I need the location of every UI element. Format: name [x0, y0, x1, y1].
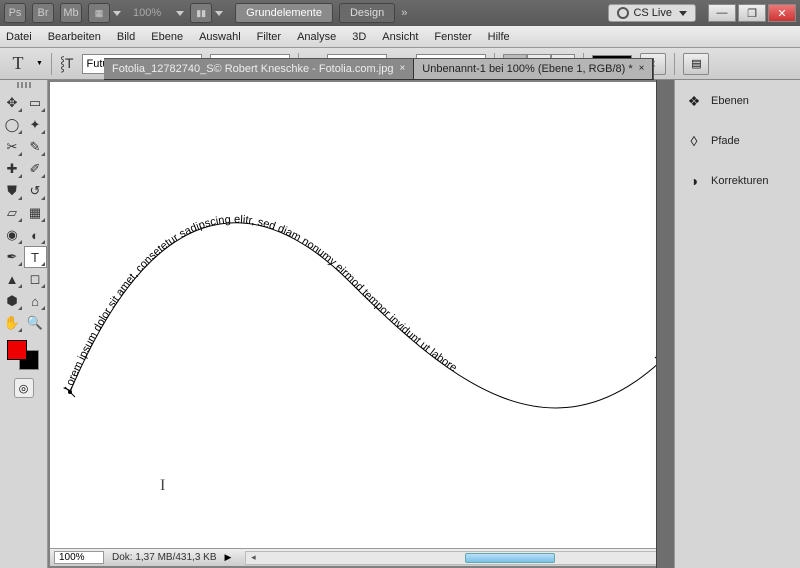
document-size-info[interactable]: Dok: 1,37 MB/431,3 KB [112, 552, 217, 563]
app-icon-ps[interactable]: Ps [4, 3, 26, 23]
menu-ansicht[interactable]: Ansicht [382, 31, 418, 43]
panel-dock-strip[interactable] [656, 80, 674, 568]
window-restore-button[interactable]: ❐ [738, 4, 766, 22]
zoom-level-display[interactable]: 100% [133, 7, 161, 19]
stamp-tool[interactable]: ⛊ [1, 180, 24, 202]
heal-tool[interactable]: ✚ [1, 158, 24, 180]
menu-bild[interactable]: Bild [117, 31, 135, 43]
gradient-tool[interactable]: ▦ [24, 202, 47, 224]
window-minimize-button[interactable]: — [708, 4, 736, 22]
window-close-button[interactable]: ✕ [768, 4, 796, 22]
3d-tool[interactable]: ⬢ [1, 290, 24, 312]
eraser-tool[interactable]: ▱ [1, 202, 24, 224]
shape-tool[interactable]: ◻ [24, 268, 47, 290]
move-tool[interactable]: ✥ [1, 92, 24, 114]
brush-tool[interactable]: ✐ [24, 158, 47, 180]
menu-filter[interactable]: Filter [257, 31, 281, 43]
close-tab-icon[interactable]: × [399, 63, 405, 74]
right-panel-dock: ❖Ebenen ◊Pfade ◑Korrekturen [674, 80, 800, 568]
workspace-grundelemente-button[interactable]: Grundelemente [235, 3, 333, 23]
menu-bearbeiten[interactable]: Bearbeiten [48, 31, 101, 43]
zoom-dropdown-arrow[interactable] [176, 11, 184, 16]
menu-auswahl[interactable]: Auswahl [199, 31, 241, 43]
panel-pfade-button[interactable]: ◊Pfade [675, 126, 800, 156]
workspace-design-button[interactable]: Design [339, 3, 395, 23]
text-orientation-icon[interactable]: ⸾T [60, 54, 74, 73]
paths-icon: ◊ [685, 132, 703, 150]
menu-3d[interactable]: 3D [352, 31, 366, 43]
type-tool-preset-icon[interactable]: T [8, 53, 28, 74]
menu-bar: Datei Bearbeiten Bild Ebene Auswahl Filt… [0, 26, 800, 48]
crop-tool[interactable]: ✂ [1, 136, 24, 158]
wand-tool[interactable]: ✦ [24, 114, 47, 136]
application-bar: Ps Br Mb ▦ 100% ▮▮ Grundelemente Design … [0, 0, 800, 26]
3d-camera-tool[interactable]: ⌂ [24, 290, 47, 312]
more-workspaces-icon[interactable]: » [401, 7, 407, 19]
pen-tool[interactable]: ✒ [1, 246, 24, 268]
zoom-tool[interactable]: 🔍 [24, 312, 47, 334]
arrange-documents-dropdown[interactable]: ▮▮ [190, 3, 223, 23]
app-icon-bridge[interactable]: Br [32, 3, 54, 23]
hand-tool[interactable]: ✋ [1, 312, 24, 334]
panel-korrekturen-button[interactable]: ◑Korrekturen [675, 166, 800, 196]
layers-icon: ❖ [685, 92, 703, 110]
path-select-tool[interactable]: ▲ [1, 268, 24, 290]
screen-mode-dropdown[interactable]: ▦ [88, 3, 121, 23]
marquee-tool[interactable]: ▭ [24, 92, 47, 114]
document-tab-1[interactable]: Fotolia_12782740_S© Robert Kneschke - Fo… [104, 59, 414, 79]
menu-ebene[interactable]: Ebene [151, 31, 183, 43]
horizontal-scroll-thumb[interactable] [465, 553, 555, 563]
quickmask-button[interactable]: ◎ [14, 378, 34, 398]
color-wells[interactable] [7, 340, 41, 370]
app-icon-mb[interactable]: Mb [60, 3, 82, 23]
eyedropper-tool[interactable]: ✎ [24, 136, 47, 158]
menu-hilfe[interactable]: Hilfe [488, 31, 510, 43]
adjustments-icon: ◑ [685, 172, 703, 190]
toolbox-panel: ✥▭ ◯✦ ✂✎ ✚✐ ⛊↺ ▱▦ ◉◐ ✒T ▲◻ ⬢⌂ ✋🔍 ◎ [0, 80, 48, 568]
close-tab-icon[interactable]: × [639, 63, 645, 74]
document-tab-bar: Fotolia_12782740_S© Robert Kneschke - Fo… [104, 58, 654, 80]
dodge-tool[interactable]: ◐ [24, 224, 47, 246]
lasso-tool[interactable]: ◯ [1, 114, 24, 136]
cs-live-button[interactable]: CS Live [608, 4, 696, 22]
document-tab-2[interactable]: Unbenannt-1 bei 100% (Ebene 1, RGB/8) *× [414, 59, 653, 79]
menu-fenster[interactable]: Fenster [434, 31, 471, 43]
menu-datei[interactable]: Datei [6, 31, 32, 43]
path-text[interactable]: Lorem ipsum dolor sit amet, consetetur s… [62, 214, 459, 393]
blur-tool[interactable]: ◉ [1, 224, 24, 246]
character-panel-button[interactable]: ▤ [683, 53, 709, 75]
panel-ebenen-button[interactable]: ❖Ebenen [675, 86, 800, 116]
history-brush-tool[interactable]: ↺ [24, 180, 47, 202]
menu-analyse[interactable]: Analyse [297, 31, 336, 43]
text-cursor-icon: I [160, 477, 165, 495]
type-tool[interactable]: T [24, 246, 47, 268]
zoom-field[interactable]: 100% [54, 551, 104, 564]
